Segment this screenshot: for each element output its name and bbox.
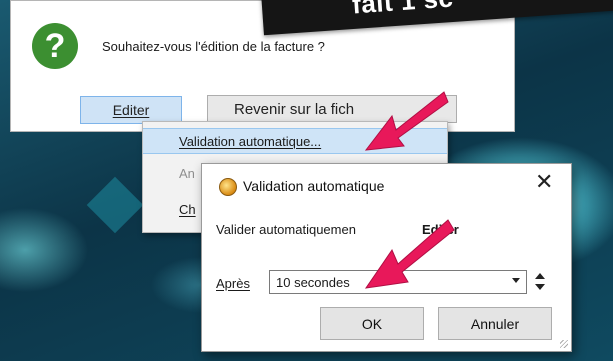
- dialog-question: Souhaitez-vous l'édition de la facture ?: [102, 39, 325, 54]
- dialog-titlebar[interactable]: Validation automatique ✕: [202, 164, 571, 204]
- delay-spinner[interactable]: [532, 270, 548, 294]
- menu-item-label: An: [179, 165, 195, 181]
- spin-up-icon[interactable]: [535, 273, 545, 279]
- description-text: Valider automatiquemen: [216, 222, 356, 237]
- question-icon: ?: [32, 23, 78, 69]
- chevron-down-icon[interactable]: [512, 278, 520, 283]
- spin-down-icon[interactable]: [535, 284, 545, 290]
- dialog-title: Validation automatique: [243, 178, 385, 194]
- cancel-button[interactable]: Annuler: [438, 307, 552, 340]
- resize-grip[interactable]: [560, 340, 568, 348]
- editer-button[interactable]: Editer: [80, 96, 182, 124]
- gear-coin-icon: [219, 178, 237, 196]
- red-arrow-icon-top: [364, 91, 449, 151]
- apres-label: Après: [216, 276, 250, 291]
- menu-item-label: Validation automatique...: [179, 133, 322, 149]
- close-icon[interactable]: ✕: [535, 171, 553, 193]
- ok-button[interactable]: OK: [320, 307, 424, 340]
- delay-value: 10 secondes: [276, 274, 350, 290]
- menu-item-label: Ch: [179, 201, 196, 217]
- red-arrow-icon-bottom: [364, 219, 455, 289]
